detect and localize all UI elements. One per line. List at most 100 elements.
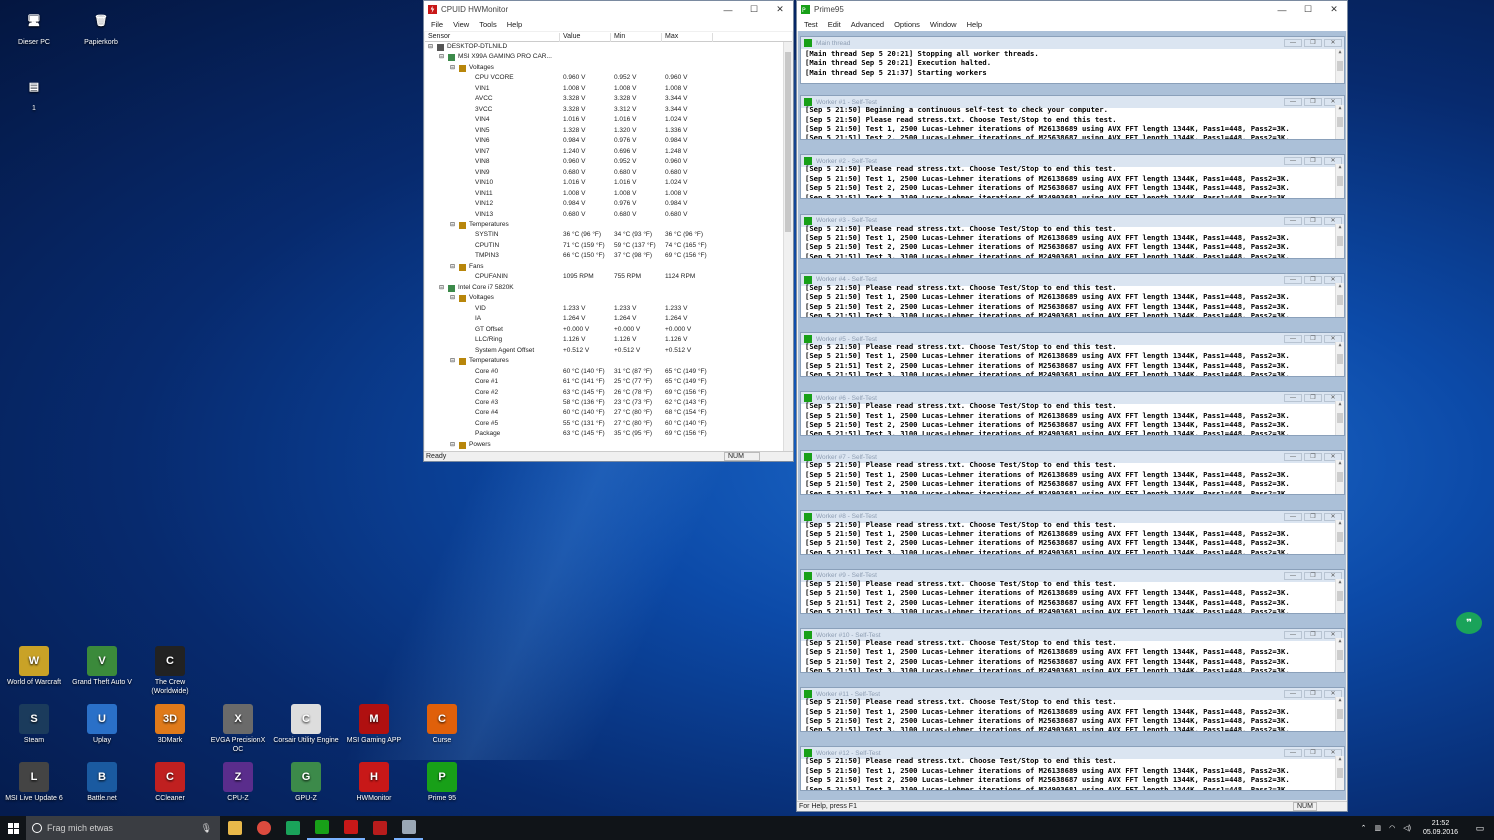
network-icon[interactable]: ▥ [1375, 824, 1382, 832]
cortana-search-box[interactable]: Frag mich etwas 🎙 [26, 816, 220, 840]
log-scrollbar[interactable]: ▲ [1335, 282, 1344, 317]
sensor-row[interactable]: VIN10 1.016 V 1.016 V 1.024 V [425, 178, 783, 189]
taskbar-chrome-button[interactable] [249, 816, 278, 840]
scroll-up-icon[interactable]: ▲ [1336, 520, 1344, 526]
sensor-row[interactable]: Core #0 60 °C (140 °F) 31 °C (87 °F) 65 °C … [425, 367, 783, 378]
desktop-icon[interactable]: G GPU-Z [273, 762, 339, 803]
log-output[interactable]: [Sep 5 21:50] Please read stress.txt. Ch… [801, 756, 1344, 791]
taskbar-hangouts-button[interactable] [278, 816, 307, 840]
tree-expander-icon[interactable]: ⊟ [450, 221, 455, 228]
scrollbar-thumb[interactable] [785, 52, 791, 232]
desktop-icon[interactable]: V Grand Theft Auto V [69, 646, 135, 687]
sensor-row[interactable]: VID 1.233 V 1.233 V 1.233 V [425, 304, 783, 315]
desktop-icon[interactable]: M MSI Gaming APP [341, 704, 407, 745]
log-scrollbar[interactable]: ▲ [1335, 49, 1344, 83]
log-output[interactable]: [Sep 5 21:50] Please read stress.txt. Ch… [801, 519, 1344, 554]
worker-window[interactable]: Worker #2 - Self-Test — ❐ ✕ [Sep 5 21:50] Pl… [800, 154, 1345, 200]
taskbar-file-explorer-button[interactable] [220, 816, 249, 840]
menu-item[interactable]: File [426, 20, 448, 29]
restore-icon[interactable]: ❐ [1304, 39, 1322, 47]
sensor-row[interactable]: VIN5 1.328 V 1.320 V 1.336 V [425, 126, 783, 137]
desktop-icon[interactable]: X EVGA PrecisionX OC [205, 704, 271, 754]
tree-expander-icon[interactable]: ⊟ [439, 53, 444, 60]
menu-item[interactable]: Help [502, 20, 527, 29]
scroll-up-icon[interactable]: ▲ [1336, 756, 1344, 762]
scrollbar-thumb[interactable] [1337, 294, 1343, 305]
child-titlebar[interactable]: Main thread — ❐ ✕ [801, 37, 1344, 49]
desktop-icon[interactable]: B Battle.net [69, 762, 135, 803]
log-output[interactable]: [Sep 5 21:50] Beginning a continuous sel… [801, 105, 1344, 140]
desktop-icon[interactable]: 🖥 Dieser PC [1, 6, 67, 47]
taskbar-prime95-button[interactable] [307, 816, 336, 840]
tree-expander-icon[interactable]: ⊟ [439, 284, 444, 291]
desktop-icon[interactable]: S Steam [1, 704, 67, 745]
scroll-up-icon[interactable]: ▲ [1336, 105, 1344, 111]
log-output[interactable]: [Sep 5 21:50] Please read stress.txt. Ch… [801, 342, 1344, 376]
log-scrollbar[interactable]: ▲ [1335, 460, 1344, 495]
sensor-row[interactable]: Core #5 55 °C (131 °F) 27 °C (80 °F) 60 °C … [425, 419, 783, 430]
sensor-row[interactable]: 3VCC 3.328 V 3.312 V 3.344 V [425, 105, 783, 116]
scrollbar-thumb[interactable] [1337, 413, 1343, 424]
sensor-row[interactable]: Core #4 60 °C (140 °F) 27 °C (80 °F) 68 °C … [425, 408, 783, 419]
log-scrollbar[interactable]: ▲ [1335, 519, 1344, 554]
menu-item[interactable]: View [448, 20, 474, 29]
desktop-icon[interactable]: U Uplay [69, 704, 135, 745]
sensor-row[interactable]: VIN9 0.680 V 0.680 V 0.680 V [425, 168, 783, 179]
log-scrollbar[interactable]: ▲ [1335, 578, 1344, 613]
scrollbar-thumb[interactable] [1337, 61, 1343, 71]
sensor-row[interactable]: Core #3 58 °C (136 °F) 23 °C (73 °F) 62 °C … [425, 398, 783, 409]
scroll-up-icon[interactable]: ▲ [1336, 401, 1344, 407]
scroll-up-icon[interactable]: ▲ [1336, 164, 1344, 170]
worker-window[interactable]: Worker #10 - Self-Test — ❐ ✕ [Sep 5 21:50] P… [800, 628, 1345, 673]
sensor-row[interactable]: ⊟ Voltages [425, 63, 783, 74]
sensor-row[interactable]: CPUFANIN 1095 RPM 755 RPM 1124 RPM [425, 272, 783, 283]
log-output[interactable]: [Sep 5 21:50] Please read stress.txt. Ch… [801, 164, 1344, 199]
scrollbar-thumb[interactable] [1337, 472, 1343, 483]
worker-window[interactable]: Worker #9 - Self-Test — ❐ ✕ [Sep 5 21:50] Pl… [800, 568, 1345, 614]
tree-expander-icon[interactable]: ⊟ [450, 441, 455, 448]
sensor-row[interactable]: ⊟ MSI X99A GAMING PRO CAR... [425, 52, 783, 63]
column-sensor[interactable]: Sensor [425, 33, 560, 42]
scrollbar-thumb[interactable] [1337, 709, 1343, 720]
sensor-row[interactable]: VIN11 1.008 V 1.008 V 1.008 V [425, 189, 783, 200]
scrollbar-thumb[interactable] [1337, 590, 1343, 601]
clock[interactable]: 21:52 05.09.2016 [1423, 819, 1458, 837]
scroll-up-icon[interactable]: ▲ [1336, 224, 1344, 230]
scroll-up-icon[interactable]: ▲ [1336, 460, 1344, 466]
main-thread-window[interactable]: Main thread — ❐ ✕ [Main thread Sep 5 20:21] … [800, 36, 1345, 84]
worker-window[interactable]: Worker #11 - Self-Test — ❐ ✕ [Sep 5 21:50] P… [800, 687, 1345, 733]
close-icon[interactable]: ✕ [767, 4, 793, 15]
minimize-icon[interactable]: — [715, 5, 741, 15]
column-value[interactable]: Value [560, 33, 611, 42]
sensor-tree[interactable]: ⊟ DESKTOP-DTLNILD ⊟ MSI X99A GAMING PRO CAR… [425, 42, 783, 453]
hangouts-chat-bubble-icon[interactable]: ❞ [1456, 612, 1482, 634]
action-center-icon[interactable]: ▭ [1470, 823, 1490, 834]
menu-item[interactable]: Tools [474, 20, 502, 29]
sensor-row[interactable]: AVCC 3.328 V 3.328 V 3.344 V [425, 94, 783, 105]
sensor-scrollbar[interactable] [783, 42, 792, 453]
sensor-row[interactable]: Core #1 61 °C (141 °F) 25 °C (77 °F) 65 °C … [425, 377, 783, 388]
sensor-row[interactable]: CPU VCORE 0.960 V 0.952 V 0.960 V [425, 73, 783, 84]
column-min[interactable]: Min [611, 33, 662, 42]
sensor-row[interactable]: ⊟ Temperatures [425, 220, 783, 231]
sensor-row[interactable]: LLC/Ring 1.126 V 1.126 V 1.126 V [425, 335, 783, 346]
scrollbar-thumb[interactable] [1337, 768, 1343, 779]
sensor-row[interactable]: VIN6 0.984 V 0.976 V 0.984 V [425, 136, 783, 147]
tree-expander-icon[interactable]: ⊟ [450, 357, 455, 364]
worker-window[interactable]: Worker #3 - Self-Test — ❐ ✕ [Sep 5 21:50] Pl… [800, 213, 1345, 259]
sensor-row[interactable]: IA 1.264 V 1.264 V 1.264 V [425, 314, 783, 325]
log-output[interactable]: [Sep 5 21:50] Please read stress.txt. Ch… [801, 282, 1344, 317]
scroll-up-icon[interactable]: ▲ [1336, 579, 1344, 585]
menu-item[interactable]: Edit [823, 20, 846, 29]
sensor-row[interactable]: ⊟ Powers [425, 440, 783, 451]
log-scrollbar[interactable]: ▲ [1335, 342, 1344, 376]
taskbar-filezilla-button[interactable] [365, 816, 394, 840]
sensor-row[interactable]: Package 63 °C (145 °F) 35 °C (95 °F) 69 °C … [425, 429, 783, 440]
desktop-icon[interactable]: Z CPU-Z [205, 762, 271, 803]
sensor-row[interactable]: GT Offset +0.000 V +0.000 V +0.000 V [425, 325, 783, 336]
sensor-row[interactable]: System Agent Offset +0.512 V +0.512 V +0.51… [425, 346, 783, 357]
sensor-row[interactable]: Core #2 63 °C (145 °F) 26 °C (78 °F) 69 °C … [425, 388, 783, 399]
worker-window[interactable]: Worker #8 - Self-Test — ❐ ✕ [Sep 5 21:50] Pl… [800, 509, 1345, 555]
sensor-row[interactable]: SYSTIN 36 °C (96 °F) 34 °C (93 °F) 36 °C (9… [425, 230, 783, 241]
tree-expander-icon[interactable]: ⊟ [428, 43, 433, 50]
